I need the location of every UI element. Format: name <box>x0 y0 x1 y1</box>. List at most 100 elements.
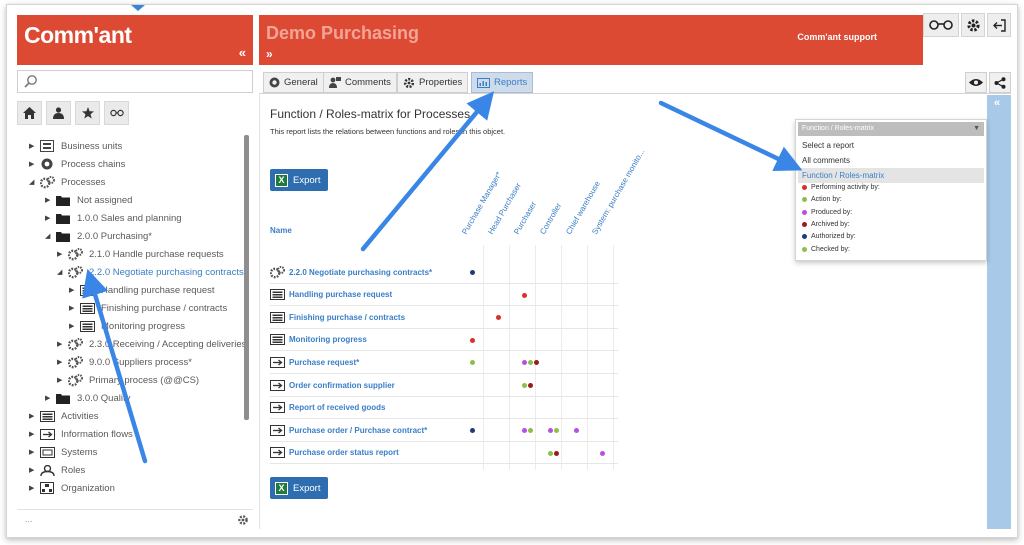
user-button[interactable] <box>46 101 71 125</box>
tree-toggle-icon[interactable]: ▶ <box>29 466 39 474</box>
tab-comments-label: Comments <box>345 77 391 88</box>
matrix-row-label[interactable]: Finishing purchase / contracts <box>289 313 405 322</box>
star-icon <box>81 107 94 119</box>
tree-toggle-icon[interactable]: ▶ <box>45 196 55 204</box>
tab-properties[interactable]: Properties <box>397 72 469 93</box>
settings-button[interactable] <box>961 13 985 37</box>
matrix-row-divider <box>270 463 618 465</box>
tree-item[interactable]: ▶ 9.0.0 Suppliers process* <box>57 353 192 371</box>
matrix-row[interactable]: Order confirmation supplier <box>270 374 618 396</box>
report-option[interactable]: Select a report <box>798 138 984 153</box>
home-button[interactable] <box>17 101 42 125</box>
tree-toggle-icon[interactable]: ▶ <box>29 142 39 150</box>
tree-toggle-icon[interactable]: ▶ <box>29 430 39 438</box>
tree-toggle-icon[interactable]: ▶ <box>45 214 55 222</box>
tree-toggle-icon[interactable]: ▶ <box>69 304 79 312</box>
tree-toggle-icon[interactable]: ▶ <box>29 412 39 420</box>
matrix-row-label[interactable]: Handling purchase request <box>289 290 392 299</box>
tree-toggle-icon[interactable]: ▶ <box>57 340 67 348</box>
tree-item[interactable]: ▶ Activities <box>29 407 98 425</box>
matrix-row[interactable]: 2.2.0 Negotiate purchasing contracts* <box>270 261 618 283</box>
tree-toggle-icon[interactable]: ▶ <box>69 322 79 330</box>
tree-item[interactable]: ▶ Process chains <box>29 155 125 173</box>
view-button[interactable] <box>965 72 987 93</box>
matrix-relation-dot <box>470 270 475 275</box>
matrix-row-label[interactable]: Report of received goods <box>289 403 385 412</box>
report-option[interactable]: Function / Roles-matrix <box>798 168 984 183</box>
tree-item[interactable]: ▶ Roles <box>29 461 85 479</box>
tab-general[interactable]: General <box>263 72 324 93</box>
tree-item[interactable]: ◢ Processes <box>29 173 105 191</box>
expand-main-button[interactable]: » <box>266 47 273 61</box>
matrix-row[interactable]: Monitoring progress <box>270 329 618 351</box>
matrix-relation-dot <box>522 292 527 298</box>
tree-item[interactable]: ▶ 1.0.0 Sales and planning <box>45 209 182 227</box>
logout-icon <box>992 18 1006 32</box>
export-button-bottom[interactable]: X Export <box>270 477 328 499</box>
matrix-row[interactable]: Purchase order status report <box>270 442 618 464</box>
legend-label: Produced by: <box>811 208 853 216</box>
matrix-row[interactable]: Handling purchase request <box>270 284 618 306</box>
collapse-left-panel-button[interactable]: « <box>239 45 246 60</box>
legend-label: Authorized by: <box>811 233 856 241</box>
links-button[interactable] <box>104 101 129 125</box>
tree-item[interactable]: ▶ 2.3.0 Receiving / Accepting deliveries <box>57 335 246 353</box>
tree-toggle-icon[interactable]: ◢ <box>29 178 39 186</box>
tree-item[interactable]: ▶ Not assigned <box>45 191 132 209</box>
reading-mode-button[interactable] <box>923 13 959 37</box>
tree-item[interactable]: ▶ Monitoring progress <box>69 317 185 335</box>
matrix-row-label[interactable]: Order confirmation supplier <box>289 381 395 390</box>
report-select-dropdown[interactable]: Function / Roles-matrix ▼ Select a repor… <box>795 119 987 261</box>
organization-icon <box>39 482 55 495</box>
tree-item-label: Activities <box>61 410 99 422</box>
tree-item[interactable]: ▶ Information flows <box>29 425 133 443</box>
tab-comments[interactable]: Comments <box>323 72 397 93</box>
tree-item-label: Systems <box>61 446 98 458</box>
right-side-panel-toggle[interactable]: « <box>987 95 1011 529</box>
matrix-row-label[interactable]: 2.2.0 Negotiate purchasing contracts* <box>289 268 432 277</box>
tree-scrollbar[interactable] <box>244 135 249 420</box>
logout-button[interactable] <box>987 13 1011 37</box>
comments-icon <box>329 77 341 88</box>
tree-toggle-icon[interactable]: ▶ <box>29 160 39 168</box>
tree-item[interactable]: ▶ 2.1.0 Handle purchase requests <box>57 245 224 263</box>
tree-toggle-icon[interactable]: ▶ <box>29 448 39 456</box>
matrix-row-label[interactable]: Purchase order status report <box>289 448 399 457</box>
matrix-row-label[interactable]: Purchase order / Purchase contract* <box>289 426 427 435</box>
tree-toggle-icon[interactable]: ▶ <box>29 484 39 492</box>
tree-toggle-icon[interactable]: ▶ <box>57 358 67 366</box>
tree-item[interactable]: ▶ Systems <box>29 443 97 461</box>
matrix-column-header: Controller <box>538 201 564 236</box>
matrix-row-label[interactable]: Purchase request* <box>289 358 359 367</box>
footer-more-link[interactable]: ... <box>25 514 33 524</box>
matrix-row[interactable]: Purchase order / Purchase contract* <box>270 419 618 441</box>
tree-toggle-icon[interactable]: ▶ <box>45 394 55 402</box>
tree-item[interactable]: ▶ Handling purchase request <box>69 281 215 299</box>
share-button[interactable] <box>989 72 1011 93</box>
report-select[interactable]: Function / Roles-matrix ▼ <box>798 122 984 136</box>
tree-item[interactable]: ◢ 2.2.0 Negotiate purchasing contracts* <box>57 263 247 281</box>
tree-item-label: 3.0.0 Quality <box>77 392 131 404</box>
tree-toggle-icon[interactable]: ▶ <box>57 376 67 384</box>
tree-toggle-icon[interactable]: ◢ <box>57 268 67 276</box>
support-link[interactable]: Comm'ant support <box>797 32 877 42</box>
tree-item[interactable]: ▶ Primary process (@@CS) <box>57 371 199 389</box>
tree-search-input[interactable] <box>17 70 253 93</box>
tree-settings-button[interactable] <box>237 513 249 531</box>
tree-item[interactable]: ▶ 3.0.0 Quality <box>45 389 130 407</box>
matrix-row-label[interactable]: Monitoring progress <box>289 335 367 344</box>
matrix-row[interactable]: Report of received goods <box>270 397 618 419</box>
tree-item[interactable]: ▶ Finishing purchase / contracts <box>69 299 227 317</box>
tree-item[interactable]: ▶ Organization <box>29 479 115 497</box>
matrix-row[interactable]: Purchase request* <box>270 351 618 373</box>
tree-item[interactable]: ◢ 2.0.0 Purchasing* <box>45 227 152 245</box>
tab-reports[interactable]: Reports <box>471 72 534 93</box>
favorites-button[interactable] <box>75 101 100 125</box>
tree-toggle-icon[interactable]: ◢ <box>45 232 55 240</box>
report-option[interactable]: All comments <box>798 153 984 168</box>
tree-item[interactable]: ▶ Business units <box>29 137 122 155</box>
tree-toggle-icon[interactable]: ▶ <box>69 286 79 294</box>
page-title: Demo Purchasing <box>266 23 420 43</box>
matrix-row[interactable]: Finishing purchase / contracts <box>270 306 618 328</box>
tree-toggle-icon[interactable]: ▶ <box>57 250 67 258</box>
